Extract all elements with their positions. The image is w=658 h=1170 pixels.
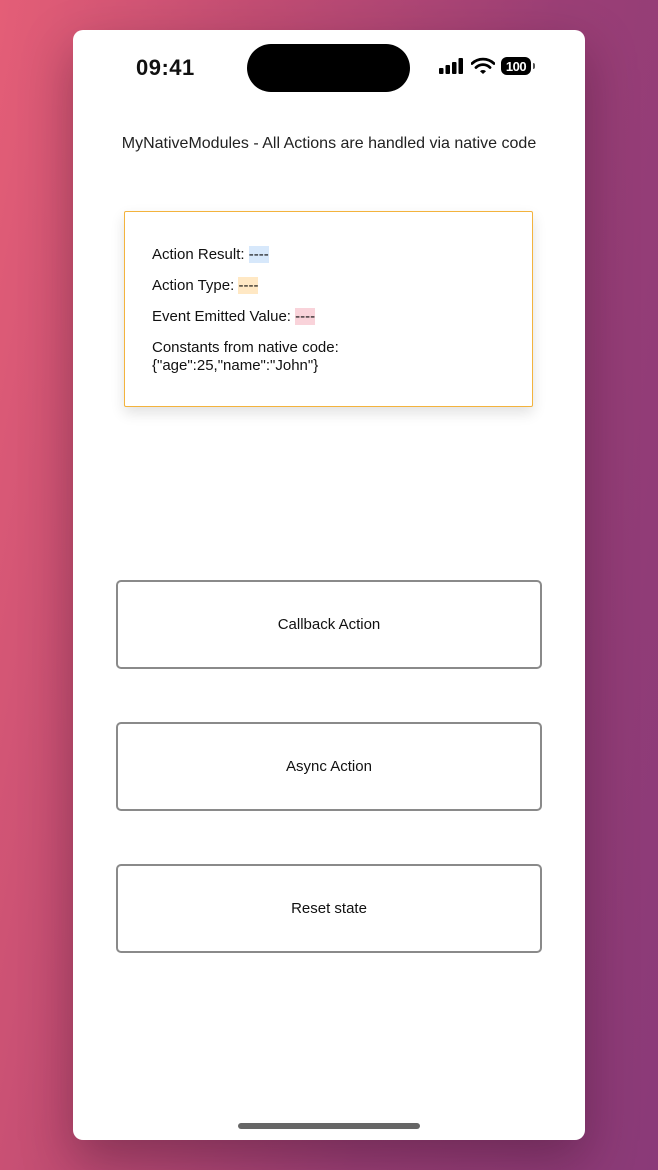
action-type-label: Action Type:: [152, 277, 235, 294]
home-indicator[interactable]: [238, 1123, 420, 1129]
action-result-row: Action Result: ----: [152, 246, 269, 264]
callback-action-button[interactable]: Callback Action: [116, 580, 542, 669]
constants-row: Constants from native code: {"age":25,"n…: [152, 339, 339, 375]
event-value-row: Event Emitted Value: ----: [152, 308, 316, 326]
action-result-label: Action Result:: [152, 246, 245, 263]
action-type-value: ----: [238, 277, 259, 294]
page-title: MyNativeModules - All Actions are handle…: [121, 135, 537, 152]
battery-icon: 100: [501, 57, 535, 75]
info-card: Action Result: ---- Action Type: ---- Ev…: [124, 211, 533, 407]
event-value-value: ----: [295, 308, 316, 325]
battery-level: 100: [505, 58, 527, 74]
wifi-icon: [471, 57, 495, 74]
action-type-row: Action Type: ----: [152, 277, 259, 295]
dynamic-island: [247, 44, 410, 92]
constants-label: Constants from native code:: [152, 339, 339, 356]
status-time: 09:41: [136, 55, 195, 80]
reset-state-button[interactable]: Reset state: [116, 864, 542, 953]
status-icons: 100: [439, 57, 535, 75]
cellular-signal-icon: [439, 58, 463, 74]
event-value-label: Event Emitted Value:: [152, 308, 291, 325]
constants-value: {"age":25,"name":"John"}: [152, 357, 319, 374]
action-result-value: ----: [248, 246, 269, 263]
phone-screen: 09:41 100 MyNativeModules - All Actions …: [73, 30, 585, 1140]
async-action-button[interactable]: Async Action: [116, 722, 542, 811]
